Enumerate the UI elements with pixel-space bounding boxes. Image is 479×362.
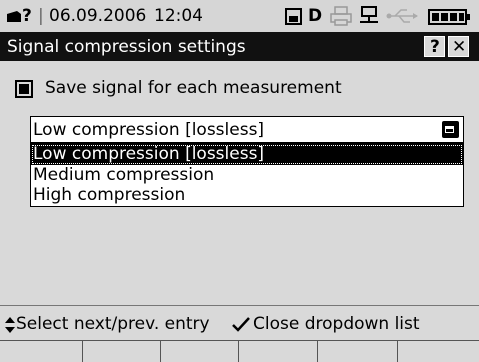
dropdown-list: Low compression [lossless] Medium compre… (30, 143, 464, 207)
softkey-6[interactable] (398, 341, 479, 362)
save-signal-checkbox[interactable] (15, 80, 33, 98)
help-button[interactable]: ? (424, 36, 445, 57)
printer-icon (330, 6, 352, 26)
hint-bar: Select next/prev. entry Close dropdown l… (0, 305, 479, 341)
close-icon: ✕ (452, 37, 467, 57)
compression-dropdown[interactable]: Low compression [lossless] (30, 116, 464, 143)
save-signal-label: Save signal for each measurement (45, 78, 342, 98)
status-prefix: ? (22, 6, 32, 26)
battery-icon (428, 9, 470, 25)
close-button[interactable]: ✕ (448, 36, 469, 57)
dropdown-value: Low compression [lossless] (33, 120, 265, 140)
softkey-5[interactable] (318, 341, 398, 362)
softkey-4[interactable] (239, 341, 318, 362)
settings-panel: Save signal for each measurement Low com… (0, 61, 479, 305)
hint-close: Close dropdown list (253, 314, 420, 334)
usb-icon (386, 9, 418, 23)
softkey-bar (0, 340, 479, 362)
option-medium-compression[interactable]: Medium compression (31, 165, 463, 186)
softkey-2[interactable] (83, 341, 161, 362)
status-time: 12:04 (154, 6, 203, 26)
status-separator: | (38, 6, 44, 26)
memory-card-icon (285, 8, 302, 25)
page-title: Signal compression settings (7, 37, 246, 57)
help-icon: ? (430, 37, 440, 57)
status-date: 06.09.2006 (49, 6, 147, 26)
drive-letter: D (308, 6, 323, 26)
softkey-1[interactable] (0, 341, 83, 362)
title-bar: Signal compression settings ? ✕ (0, 32, 479, 61)
option-high-compression[interactable]: High compression (31, 185, 463, 206)
softkey-3[interactable] (161, 341, 239, 362)
option-low-compression[interactable]: Low compression [lossless] (31, 144, 463, 165)
hint-select: Select next/prev. entry (16, 314, 210, 334)
up-down-arrows-icon (5, 317, 15, 333)
network-icon (360, 6, 378, 23)
battery-small-icon (7, 11, 21, 22)
dropdown-toggle-icon[interactable] (442, 121, 459, 138)
status-bar: ? | 06.09.2006 12:04 D (0, 0, 479, 33)
checkmark-icon (232, 317, 250, 332)
